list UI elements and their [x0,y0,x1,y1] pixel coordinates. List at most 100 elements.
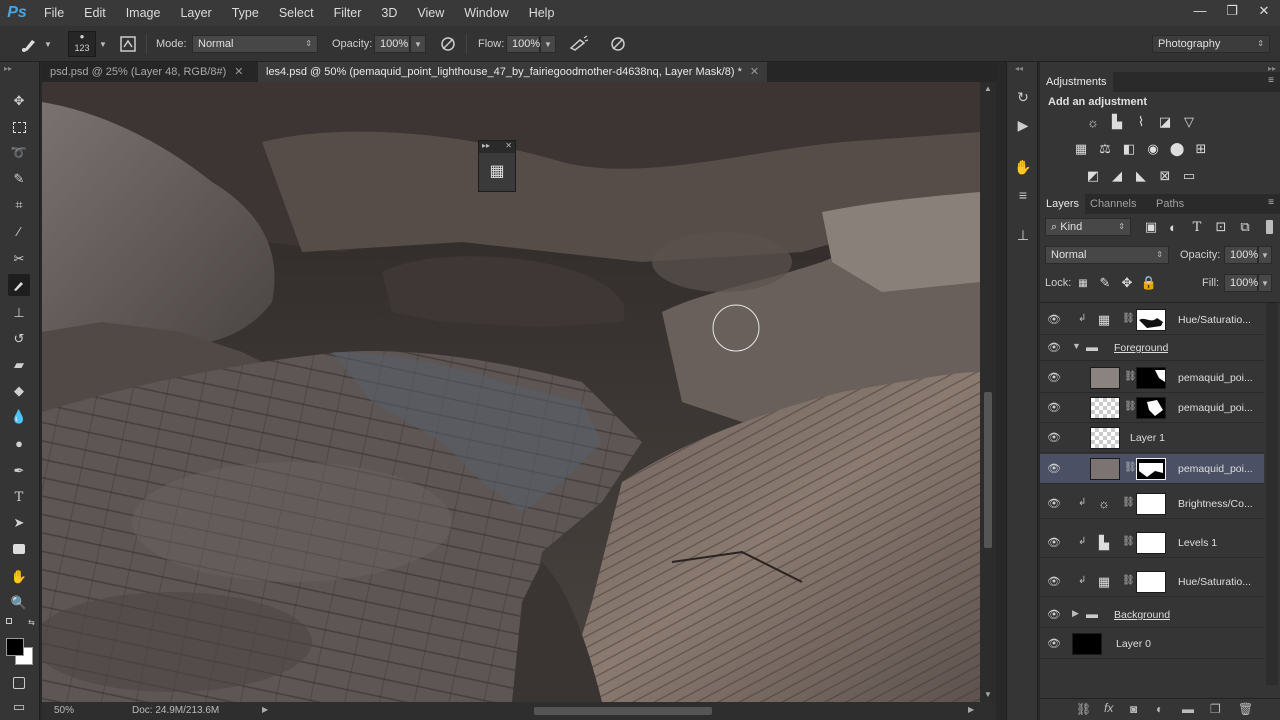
quick-selection-tool-icon[interactable]: ✎ [8,168,30,190]
layer-row[interactable]: 👁 ↲ ▦ ⛓ Hue/Saturatio... [1040,567,1264,597]
menu-layer[interactable]: Layer [170,0,221,26]
restore-button[interactable]: ❐ [1216,0,1248,22]
posterize-icon[interactable]: ◢ [1108,167,1126,185]
visibility-eye-icon[interactable]: 👁 [1047,371,1061,384]
menu-help[interactable]: Help [519,0,565,26]
close-icon[interactable]: ✕ [505,141,512,153]
zoom-level[interactable]: 50% [54,705,74,716]
scroll-up-icon[interactable]: ▲ [984,84,992,93]
layer-group-row[interactable]: 👁 ▶ ▬ Background [1040,602,1264,628]
visibility-eye-icon[interactable]: 👁 [1047,401,1061,414]
link-layers-icon[interactable]: ⛓ [1076,702,1091,716]
layer-row[interactable]: 👁 ↲ ▙ ⛓ Levels 1 [1040,528,1264,558]
vertical-scrollbar[interactable]: ▲ ▼ [980,82,996,702]
black-white-icon[interactable]: ◧ [1120,140,1138,158]
layer-name[interactable]: Layer 1 [1130,423,1165,453]
flow-value[interactable]: 100% [506,35,540,53]
pressure-size-icon[interactable] [608,26,628,62]
menu-filter[interactable]: Filter [324,0,372,26]
lock-position-icon[interactable]: ✥ [1118,274,1136,292]
panel-menu-icon[interactable]: ≡ [1268,197,1274,208]
panel-menu-icon[interactable]: ≡ [1268,75,1274,86]
blend-mode-select[interactable]: Normal ⇕ [1045,246,1169,264]
color-lookup-icon[interactable]: ⊞ [1192,140,1210,158]
brush-size-picker[interactable]: ● 123 ▼ [68,26,107,62]
menu-window[interactable]: Window [454,0,518,26]
layer-name[interactable]: Hue/Saturatio... [1178,567,1262,597]
layer-thumbnail[interactable] [1090,427,1120,449]
menu-type[interactable]: Type [222,0,269,26]
layer-mask-thumbnail[interactable] [1136,493,1166,515]
gradient-map-icon[interactable]: ▭ [1180,167,1198,185]
layer-filter-select[interactable]: ⌕ Kind ⇕ [1045,218,1131,236]
brush-tool-preset-icon[interactable]: ▼ [20,26,52,62]
visibility-eye-icon[interactable]: 👁 [1047,431,1061,444]
filter-toggle[interactable] [1266,220,1273,234]
layer-thumbnail[interactable] [1090,458,1120,480]
fill-input[interactable]: 100% ▼ [1224,274,1272,292]
default-colors-icon[interactable]: ⇆ [4,618,36,628]
delete-layer-icon[interactable]: 🗑 [1238,702,1253,716]
layer-opacity-input[interactable]: 100% ▼ [1224,246,1272,264]
horizontal-scroll-thumb[interactable] [534,707,712,715]
opacity-input[interactable]: 100% ▼ [374,26,426,62]
visibility-eye-icon[interactable]: 👁 [1047,608,1061,621]
group-name[interactable]: Background [1114,602,1170,628]
layer-mask-thumbnail[interactable] [1136,571,1166,593]
layer-mask-thumbnail[interactable] [1136,532,1166,554]
rectangle-tool-icon[interactable] [8,538,30,560]
tab-layers[interactable]: Layers [1040,194,1086,214]
filter-pixel-icon[interactable]: ▣ [1142,218,1160,236]
brush-panel-toggle-icon[interactable] [118,26,138,62]
link-icon[interactable]: ⛓ [1122,536,1135,547]
link-icon[interactable]: ⛓ [1124,401,1137,412]
visibility-eye-icon[interactable]: 👁 [1047,313,1061,326]
opacity-value[interactable]: 100% [374,35,410,53]
fill-value[interactable]: 100% [1224,274,1258,292]
filter-adjustment-icon[interactable]: ◐ [1164,218,1182,236]
move-tool-icon[interactable]: ✥ [8,90,30,112]
layer-name[interactable]: Layer 0 [1116,629,1151,659]
actions-icon[interactable]: ▶ [1012,114,1034,136]
exposure-icon[interactable]: ◪ [1156,113,1174,131]
zoom-tool-icon[interactable]: 🔍 [8,592,30,614]
group-expand-icon[interactable]: ▶ [1072,608,1079,619]
healing-brush-tool-icon[interactable]: ✂ [8,248,30,270]
menu-view[interactable]: View [407,0,454,26]
tab-channels[interactable]: Channels [1084,194,1142,214]
history-icon[interactable]: ↻ [1012,86,1034,108]
flow-input[interactable]: 100% ▼ [506,26,556,62]
lasso-tool-icon[interactable]: ➰ [8,142,30,164]
visibility-eye-icon[interactable]: 👁 [1047,341,1061,354]
close-icon[interactable]: ✕ [234,66,243,78]
minimize-button[interactable]: — [1184,0,1216,22]
filter-type-icon[interactable]: T [1188,218,1206,236]
link-icon[interactable]: ⛓ [1122,497,1135,508]
menu-3d[interactable]: 3D [371,0,407,26]
layer-mask-thumbnail[interactable] [1136,309,1166,331]
tab-les4-document[interactable]: les4.psd @ 50% (pemaquid_point_lighthous… [258,62,768,82]
new-group-icon[interactable]: ▬ [1182,702,1194,716]
layer-name[interactable]: pemaquid_poi... [1178,454,1262,484]
layer-name[interactable]: pemaquid_poi... [1178,363,1262,393]
link-icon[interactable]: ⛓ [1124,462,1137,473]
airbrush-icon[interactable] [568,26,590,62]
layer-opacity-value[interactable]: 100% [1224,246,1258,264]
path-selection-tool-icon[interactable]: ➤ [8,512,30,534]
curves-icon[interactable]: ⌇ [1132,113,1150,131]
photo-filter-icon[interactable]: ◉ [1144,140,1162,158]
lock-all-icon[interactable]: 🔒 [1140,274,1158,292]
layer-row[interactable]: 👁 ⛓ pemaquid_poi... [1040,393,1264,423]
foreground-color-swatch[interactable] [6,638,24,656]
visibility-eye-icon[interactable]: 👁 [1047,462,1061,475]
document-canvas[interactable]: ▸▸ ✕ ▦ [42,82,980,702]
eraser-tool-icon[interactable]: ▰ [8,354,30,376]
filter-smart-object-icon[interactable]: ⧉ [1236,218,1254,236]
expand-icon[interactable]: ▸▸ [482,141,490,153]
layer-row[interactable]: 👁 ↲ ▦ ⛓ Hue/Saturatio... [1040,305,1264,335]
layer-name[interactable]: Levels 1 [1178,528,1262,558]
visibility-eye-icon[interactable]: 👁 [1047,637,1061,650]
clone-source-icon[interactable]: ⊥ [1012,224,1034,246]
visibility-eye-icon[interactable]: 👁 [1047,497,1061,510]
collapse-icon[interactable]: ◂◂ [1015,64,1023,73]
